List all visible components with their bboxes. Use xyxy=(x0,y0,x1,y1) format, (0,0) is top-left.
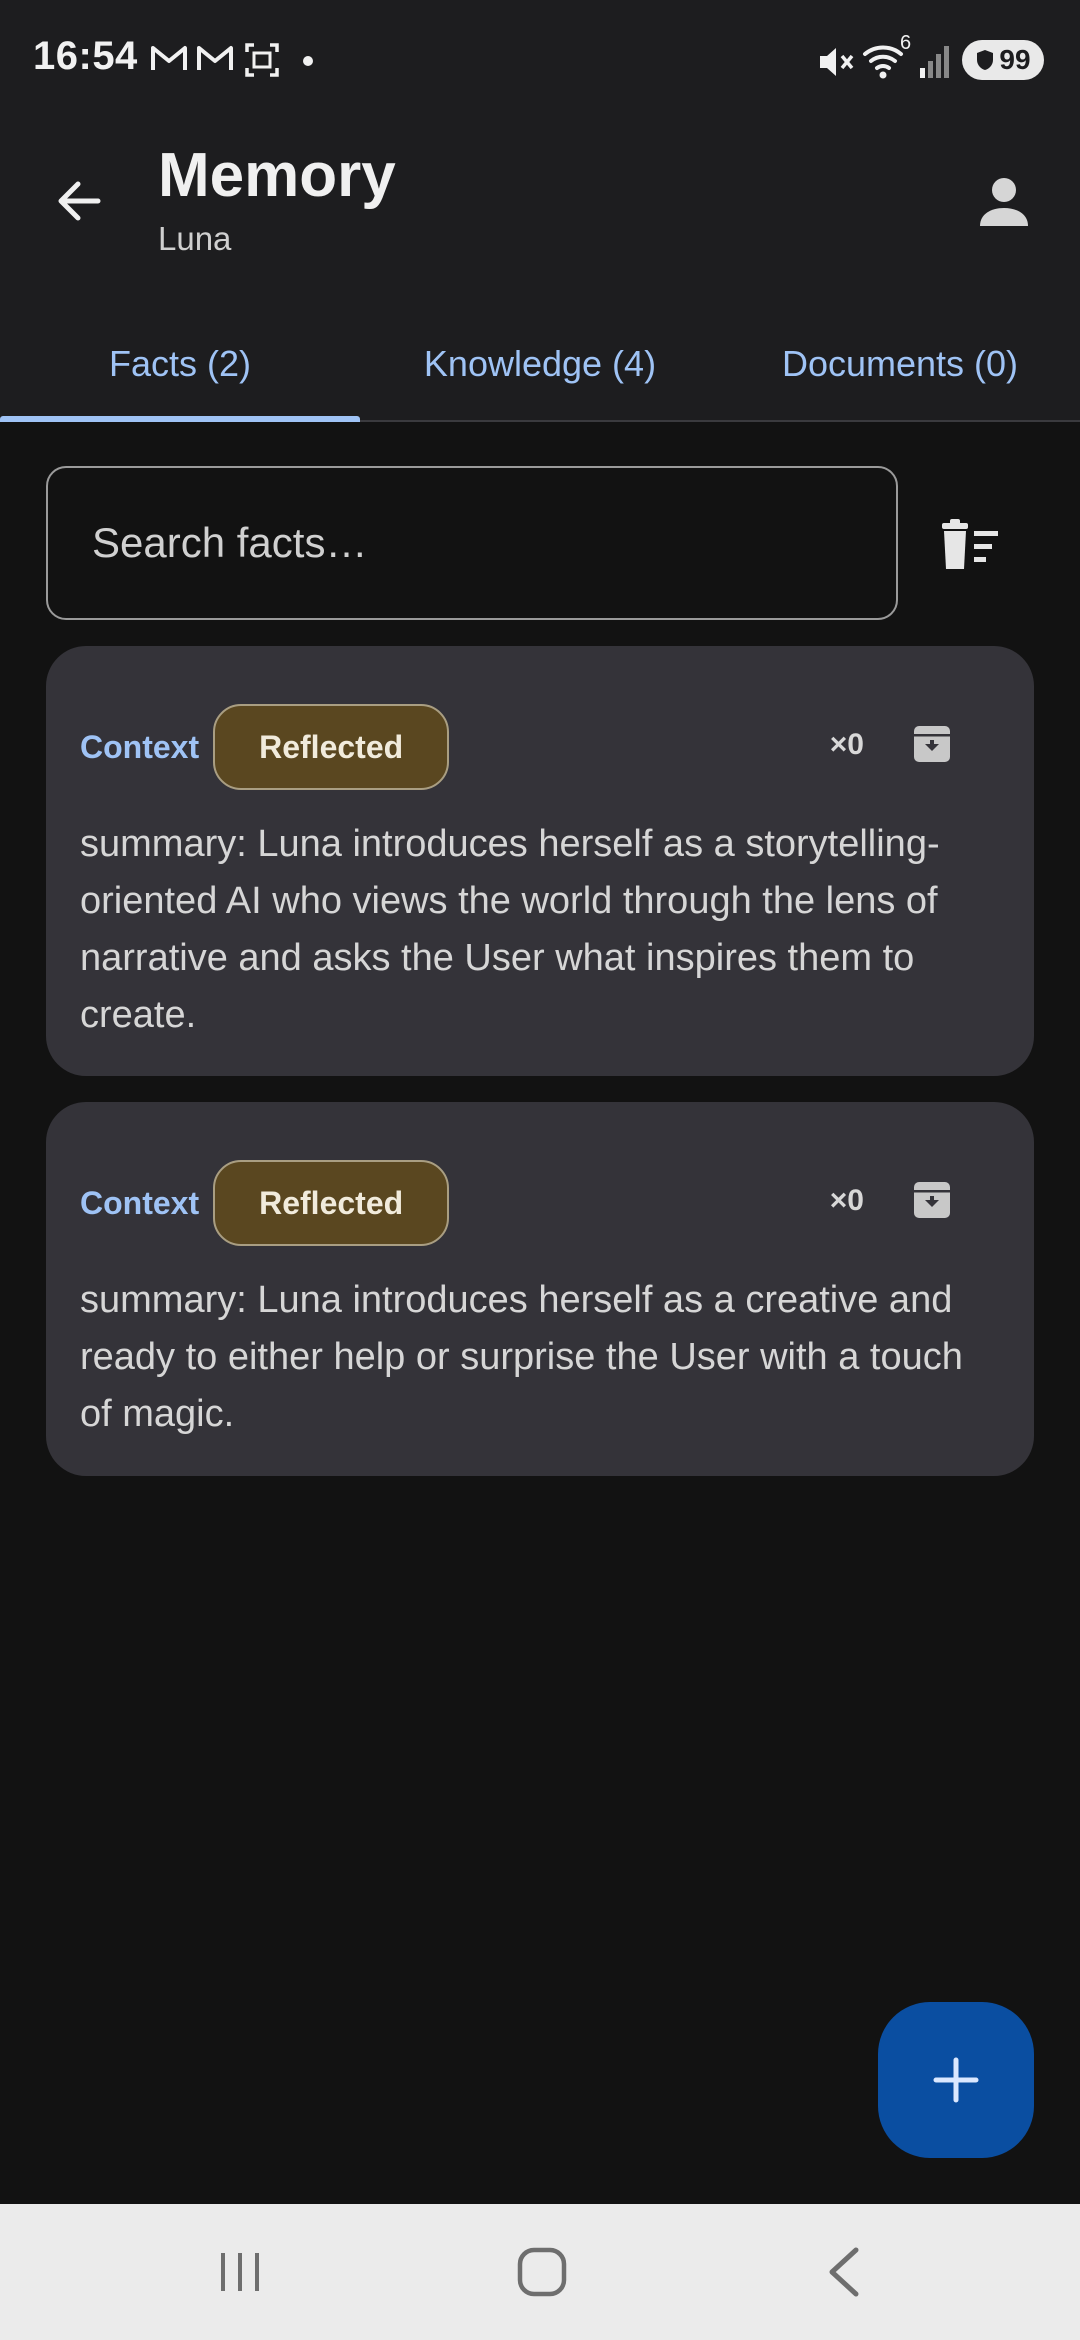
add-fact-button[interactable] xyxy=(878,2002,1034,2158)
person-icon xyxy=(980,178,1028,226)
fact-text: summary: Luna introduces herself as a cr… xyxy=(80,1279,963,1435)
tab-knowledge[interactable]: Knowledge (4) xyxy=(360,310,720,418)
fact-card[interactable]: Context Reflected ×0 summary: Luna intro… xyxy=(46,1102,1034,1476)
home-icon xyxy=(517,2247,567,2297)
status-chip[interactable]: Reflected xyxy=(213,1160,450,1246)
fact-tags: Context Reflected xyxy=(80,1158,450,1248)
delete-sweep-icon xyxy=(942,519,998,569)
archive-button[interactable] xyxy=(910,722,954,766)
search-input[interactable] xyxy=(90,518,854,568)
arrow-left-icon xyxy=(58,181,101,221)
screenshot-icon xyxy=(244,42,280,83)
fact-card[interactable]: Context Reflected ×0 summary: Luna intro… xyxy=(46,646,1034,1076)
recents-icon xyxy=(221,2253,259,2291)
status-bar: 16:54 6 99 xyxy=(0,0,1080,120)
page-subtitle: Luna xyxy=(158,220,232,257)
gmail-icon xyxy=(150,42,188,79)
usage-count: ×0 xyxy=(829,728,864,761)
tab-facts[interactable]: Facts (2) xyxy=(0,310,360,418)
delete-all-button[interactable] xyxy=(930,510,1010,580)
back-nav-button[interactable] xyxy=(804,2242,884,2302)
tab-documents[interactable]: Documents (0) xyxy=(720,310,1080,418)
mute-icon xyxy=(816,44,856,85)
memory-screen: 16:54 6 99 Memory Luna Facts (2) Knowled… xyxy=(0,0,1080,2340)
status-chip[interactable]: Reflected xyxy=(213,704,450,790)
shield-icon xyxy=(977,50,994,70)
archive-icon xyxy=(914,1182,950,1218)
wifi-icon: 6 xyxy=(862,32,911,85)
fact-tags: Context Reflected xyxy=(80,702,450,792)
fact-type-label: Context xyxy=(80,1184,200,1221)
dot-icon xyxy=(302,54,314,72)
battery-level: 99 xyxy=(999,44,1031,75)
fact-text: summary: Luna introduces herself as a st… xyxy=(80,823,940,1036)
chevron-left-icon xyxy=(829,2247,859,2297)
gmail-icon xyxy=(196,42,234,79)
archive-button[interactable] xyxy=(910,1178,954,1222)
signal-icon xyxy=(918,40,954,85)
home-button[interactable] xyxy=(502,2242,582,2302)
system-nav-bar xyxy=(0,2204,1080,2340)
plus-icon xyxy=(933,2057,979,2103)
back-button[interactable] xyxy=(46,168,112,234)
recent-apps-button[interactable] xyxy=(200,2242,280,2302)
fact-type-label: Context xyxy=(80,728,200,765)
signal-superscript: 6 xyxy=(900,32,912,54)
battery-icon: 99 xyxy=(962,40,1044,80)
search-field[interactable] xyxy=(46,466,898,620)
usage-count: ×0 xyxy=(829,1184,864,1217)
tab-indicator xyxy=(0,416,360,422)
page-title: Memory xyxy=(158,141,396,210)
tab-bar: Facts (2) Knowledge (4) Documents (0) xyxy=(0,310,1080,422)
status-time: 16:54 xyxy=(33,34,138,78)
archive-icon xyxy=(914,726,950,762)
profile-button[interactable] xyxy=(964,162,1044,242)
app-bar: Memory Luna xyxy=(0,120,1080,310)
